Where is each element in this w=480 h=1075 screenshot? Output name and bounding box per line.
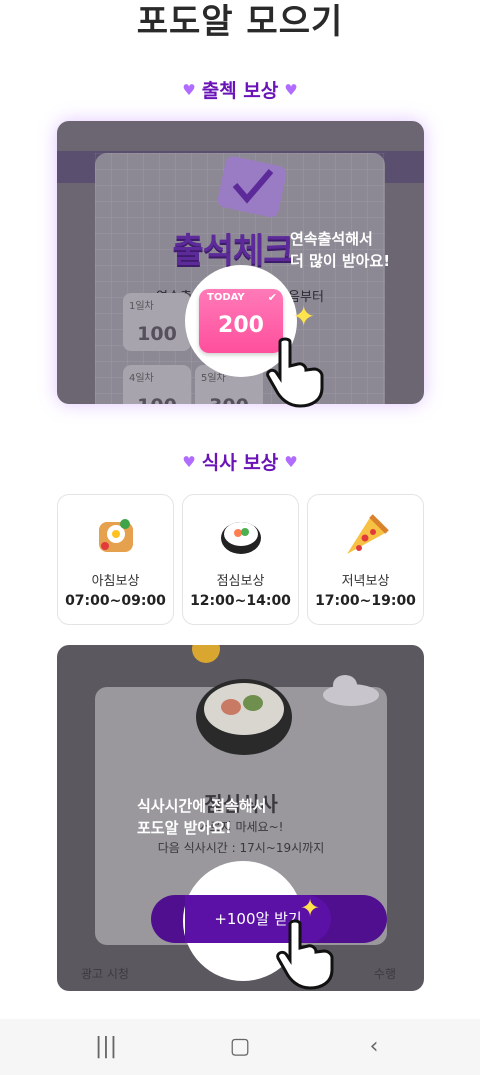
next-meal-time: 다음 식사시간 : 17시~19시까지: [157, 841, 325, 855]
lunch-callout: 식사시간에 접속해서 포도알 받아요!: [137, 797, 267, 837]
tap-hand-icon: [266, 337, 324, 408]
calendar-icon: [217, 156, 287, 218]
dinner-reward-card[interactable]: 저녁보상 17:00~19:00: [307, 494, 424, 625]
pizza-icon: [347, 514, 389, 554]
back-icon[interactable]: ‹: [354, 1033, 394, 1061]
kimbap-icon: [221, 522, 261, 554]
sparkle-icon: ✦: [292, 300, 316, 333]
cloud-icon: [323, 675, 379, 706]
ad-watch-label: 광고 시청: [81, 967, 129, 981]
day-box: 1일차 100: [123, 293, 191, 351]
meal-section-title: ♥ 식사 보상 ♥: [182, 452, 298, 474]
tap-hand-icon: [276, 919, 334, 990]
page-title: 포도알 모으기: [136, 2, 344, 42]
toast-icon: [99, 519, 133, 552]
heart-icon: ♥: [284, 453, 298, 471]
home-icon[interactable]: ▢: [220, 1033, 260, 1061]
heart-icon: ♥: [284, 81, 298, 99]
heart-icon: ♥: [182, 81, 196, 99]
breakfast-reward-card[interactable]: 아침보상 07:00~09:00: [57, 494, 174, 625]
heart-icon: ♥: [182, 453, 196, 471]
day-box: 4일차 100: [123, 365, 191, 404]
attendance-section-title: ♥ 출첵 보상 ♥: [182, 80, 298, 102]
system-nav-bar: ||| ▢ ‹: [0, 1019, 480, 1075]
check-icon: ✔: [267, 291, 277, 304]
kimbap-icon: [196, 679, 292, 755]
recent-apps-icon[interactable]: |||: [86, 1033, 126, 1061]
mission-label: 수행: [373, 967, 396, 981]
lunch-reward-card[interactable]: 점심보상 12:00~14:00: [182, 494, 299, 625]
attendance-callout: 연속출석해서 더 많이 받아요!: [290, 230, 391, 270]
